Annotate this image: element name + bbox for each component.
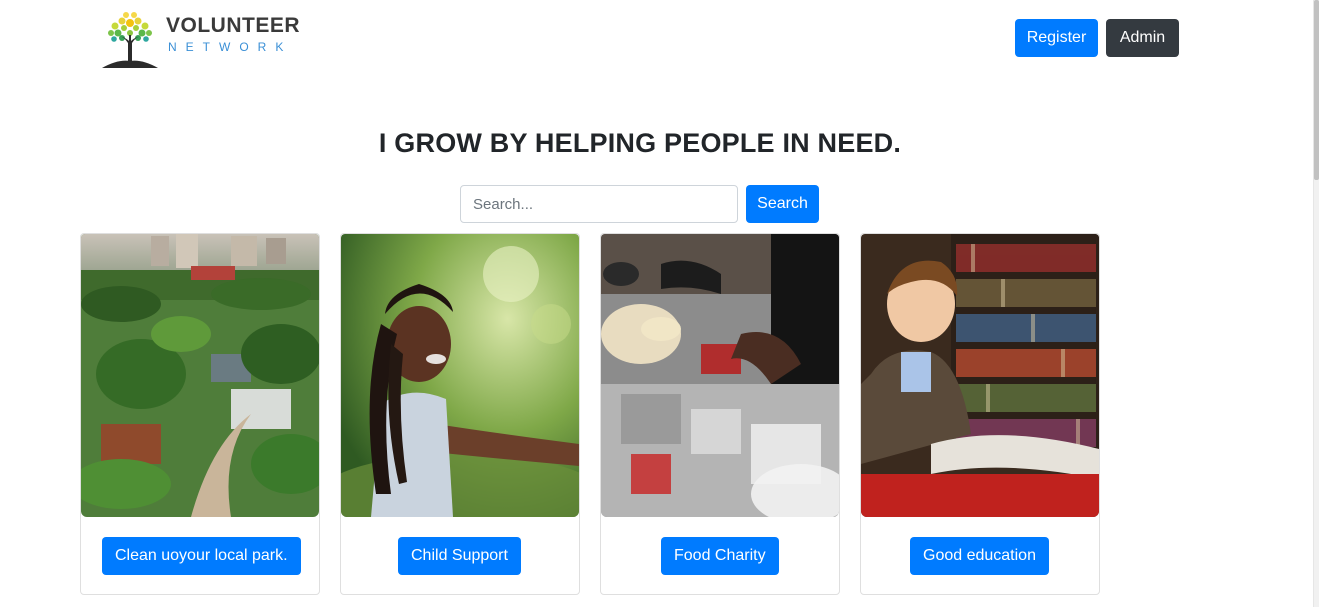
event-card-child-support[interactable]: Child Support [340,233,580,595]
event-button-food-charity[interactable]: Food Charity [661,537,779,575]
boy-reading-library-photo[interactable] [861,234,1099,517]
event-button-park[interactable]: Clean uoyour local park. [102,537,301,575]
page-scrollbar-thumb[interactable] [1314,0,1319,180]
food-donation-photo[interactable] [601,234,839,517]
brand-subtitle: NETWORK [168,40,293,54]
event-card-park[interactable]: Clean uoyour local park. [80,233,320,595]
hero-title: I GROW BY HELPING PEOPLE IN NEED. [378,128,902,158]
event-card-food-charity[interactable]: Food Charity [600,233,840,595]
search-input[interactable] [460,185,738,223]
brand-wordmark: VOLUNTEER NETWORK [166,15,300,55]
register-button[interactable]: Register [1015,19,1098,57]
smiling-girl-photo[interactable] [341,234,579,517]
brand-title: VOLUNTEER [166,14,301,37]
navbar: VOLUNTEER NETWORK Register Admin [0,0,1313,80]
event-card-good-education[interactable]: Good education [860,233,1100,595]
tree-logo-icon [102,12,158,68]
park-aerial-photo[interactable] [81,234,319,517]
brand-logo[interactable]: VOLUNTEER NETWORK [100,8,310,70]
search-button[interactable]: Search [746,185,819,223]
event-button-good-education[interactable]: Good education [910,537,1049,575]
admin-button[interactable]: Admin [1106,19,1179,57]
event-button-child-support[interactable]: Child Support [398,537,521,575]
